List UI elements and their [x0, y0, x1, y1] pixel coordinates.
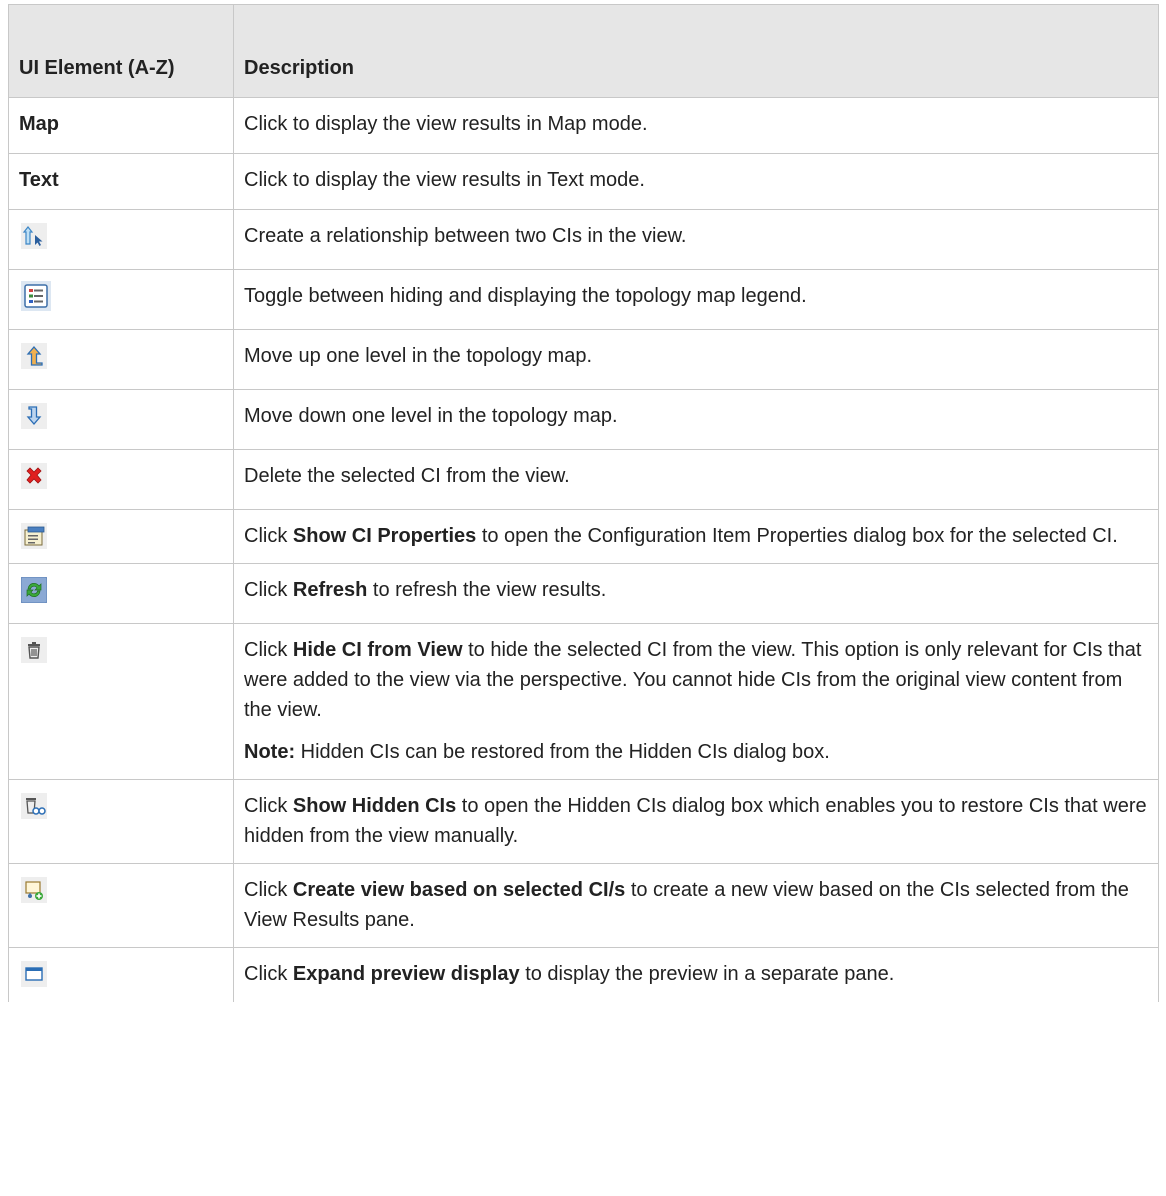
icon-cell [8, 509, 234, 564]
level-down-icon [21, 403, 47, 429]
description-text: Click [244, 639, 293, 661]
refresh-icon [21, 577, 47, 603]
description-cell: Click Hide CI from View to hide the sele… [233, 623, 1159, 780]
description-bold-term: Expand preview display [292, 963, 520, 985]
table-row: Toggle between hiding and displaying the… [8, 269, 1159, 330]
table-row: Click Create view based on selected CI/s… [8, 863, 1159, 948]
table-row: Click Expand preview display to display … [8, 947, 1159, 1002]
table-row: Move up one level in the topology map. [8, 329, 1159, 390]
icon-cell [8, 779, 234, 864]
legend-toggle-icon [21, 281, 51, 311]
description-bold-term: Hide CI from View [292, 639, 463, 661]
description-text: Click [244, 525, 293, 547]
description-paragraph: Click Hide CI from View to hide the sele… [244, 635, 1148, 725]
description-bold-term: Create view based on selected CI/s [292, 879, 626, 901]
table-row: Click Show Hidden CIs to open the Hidden… [8, 779, 1159, 864]
create-view-icon [21, 877, 47, 903]
description-cell: Create a relationship between two CIs in… [233, 209, 1159, 270]
description-cell: Click to display the view results in Tex… [233, 153, 1159, 210]
table-row: Click Refresh to refresh the view result… [8, 563, 1159, 624]
note-text: Hidden CIs can be restored from the Hidd… [295, 741, 830, 763]
level-up-icon [21, 343, 47, 369]
description-cell: Delete the selected CI from the view. [233, 449, 1159, 510]
description-text: to open the Configuration Item Propertie… [476, 525, 1118, 547]
table-row: Map Click to display the view results in… [8, 97, 1159, 154]
note-paragraph: Note: Hidden CIs can be restored from th… [244, 737, 1148, 767]
show-hidden-icon [21, 793, 47, 819]
description-text: Click [244, 579, 293, 601]
icon-cell [8, 329, 234, 390]
description-cell: Move down one level in the topology map. [233, 389, 1159, 450]
table-row: Move down one level in the topology map. [8, 389, 1159, 450]
description-cell: Click to display the view results in Map… [233, 97, 1159, 154]
expand-preview-icon [21, 961, 47, 987]
trash-icon [21, 637, 47, 663]
icon-cell [8, 563, 234, 624]
description-bold-term: Show CI Properties [292, 525, 477, 547]
table-row: Click Hide CI from View to hide the sele… [8, 623, 1159, 780]
table-row: Create a relationship between two CIs in… [8, 209, 1159, 270]
description-text: Click [244, 963, 293, 985]
description-text: Click [244, 879, 293, 901]
description-cell: Click Create view based on selected CI/s… [233, 863, 1159, 948]
description-cell: Click Refresh to refresh the view result… [233, 563, 1159, 624]
description-cell: Move up one level in the topology map. [233, 329, 1159, 390]
icon-cell [8, 269, 234, 330]
table-row: Click Show CI Properties to open the Con… [8, 509, 1159, 564]
description-cell: Click Show CI Properties to open the Con… [233, 509, 1159, 564]
properties-icon [21, 523, 47, 549]
table-header-row: UI Element (A-Z) Description [8, 4, 1159, 98]
icon-cell [8, 947, 234, 1002]
create-relationship-icon [21, 223, 47, 249]
header-description: Description [233, 4, 1159, 98]
description-cell: Click Show Hidden CIs to open the Hidden… [233, 779, 1159, 864]
icon-cell [8, 863, 234, 948]
header-ui-element: UI Element (A-Z) [8, 4, 234, 98]
description-text: to display the preview in a separate pan… [519, 963, 895, 985]
icon-cell [8, 389, 234, 450]
icon-cell [8, 209, 234, 270]
icon-cell [8, 623, 234, 780]
description-text: Click [244, 795, 293, 817]
element-name-text: Text [8, 153, 234, 210]
ui-elements-table: UI Element (A-Z) Description Map Click t… [8, 4, 1159, 1002]
description-cell: Click Expand preview display to display … [233, 947, 1159, 1002]
description-cell: Toggle between hiding and displaying the… [233, 269, 1159, 330]
description-text: to refresh the view results. [367, 579, 607, 601]
description-bold-term: Show Hidden CIs [292, 795, 457, 817]
delete-icon [21, 463, 47, 489]
description-bold-term: Refresh [292, 579, 368, 601]
note-label: Note: [244, 741, 296, 763]
icon-cell [8, 449, 234, 510]
element-name-map: Map [8, 97, 234, 154]
table-row: Delete the selected CI from the view. [8, 449, 1159, 510]
table-row: Text Click to display the view results i… [8, 153, 1159, 210]
